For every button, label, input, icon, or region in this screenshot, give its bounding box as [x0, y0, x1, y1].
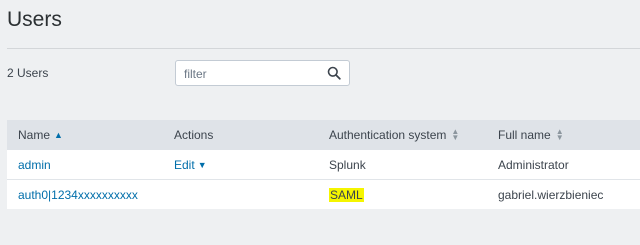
edit-action-label: Edit: [174, 157, 195, 172]
user-name-link[interactable]: admin: [18, 158, 51, 172]
sort-icon: ▲ ▼: [555, 127, 564, 142]
sort-icon: ▲ ▼: [451, 127, 460, 142]
auth-system-value: Splunk: [329, 157, 366, 172]
column-header-label: Name: [18, 128, 51, 142]
column-header-actions: Actions: [174, 120, 213, 150]
page-title: Users: [7, 8, 62, 31]
column-header-label: Authentication system: [329, 128, 447, 142]
auth-system-value: SAML: [329, 187, 364, 202]
title-divider: [7, 48, 640, 49]
edit-dropdown[interactable]: Edit ▼: [174, 150, 207, 179]
column-header-name[interactable]: Name ▲: [18, 120, 63, 150]
table-row: admin Edit ▼ Splunk Administrator: [7, 150, 640, 179]
users-table: Name ▲ Actions Authentication system ▲ ▼ …: [7, 120, 640, 209]
filter-box[interactable]: [175, 60, 350, 86]
column-header-label: Full name: [498, 128, 551, 142]
filter-input[interactable]: [182, 65, 326, 83]
caret-down-icon: ▼: [197, 159, 207, 170]
full-name-value: gabriel.wierzbieniec: [498, 187, 604, 202]
table-row: auth0|1234xxxxxxxxxx SAML gabriel.wierzb…: [7, 180, 640, 209]
full-name-value: Administrator: [498, 157, 569, 172]
column-header-auth-system[interactable]: Authentication system ▲ ▼: [329, 120, 459, 150]
column-header-label: Actions: [174, 128, 214, 142]
sort-ascending-icon: ▲: [54, 130, 63, 140]
user-name-link[interactable]: auth0|1234xxxxxxxxxx: [18, 188, 138, 202]
search-icon[interactable]: [327, 66, 341, 80]
table-header-row: Name ▲ Actions Authentication system ▲ ▼ …: [7, 120, 640, 150]
column-header-full-name[interactable]: Full name ▲ ▼: [498, 120, 564, 150]
user-count: 2 Users: [7, 66, 49, 80]
